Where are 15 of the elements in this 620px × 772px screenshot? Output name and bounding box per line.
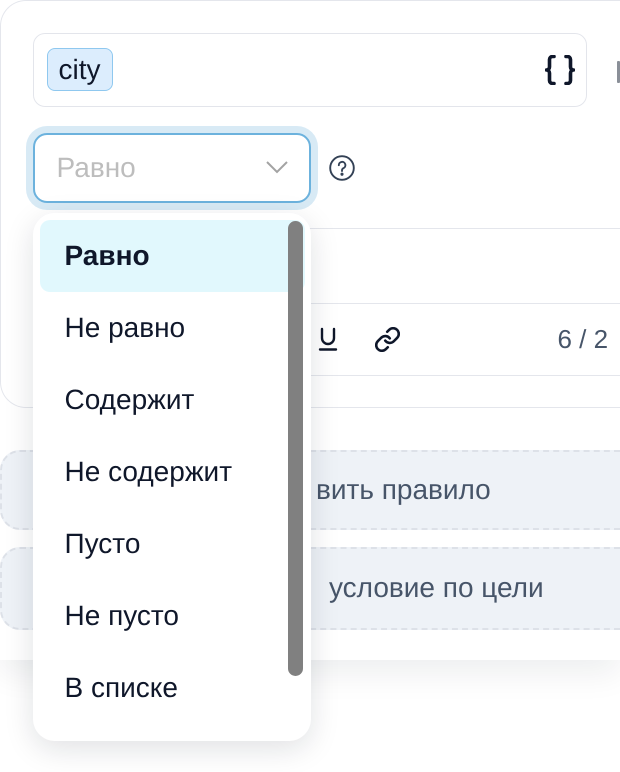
character-counter: 6 / 2 bbox=[558, 324, 608, 354]
scrollbar-thumb[interactable] bbox=[288, 220, 302, 676]
partial-icon bbox=[616, 60, 620, 82]
chevron-down-icon bbox=[266, 160, 288, 174]
condition-field[interactable]: city bbox=[32, 32, 586, 106]
underline-icon[interactable] bbox=[318, 327, 338, 351]
dropdown-option[interactable]: Содержит bbox=[40, 364, 304, 436]
help-icon[interactable] bbox=[328, 154, 354, 180]
operator-select[interactable]: Равно bbox=[32, 132, 310, 202]
link-icon[interactable] bbox=[374, 326, 400, 352]
braces-icon[interactable] bbox=[544, 54, 574, 84]
dropdown-option[interactable]: Не равно bbox=[40, 292, 304, 364]
variable-chip[interactable]: city bbox=[46, 48, 112, 91]
dropdown-option[interactable]: В списке bbox=[40, 652, 304, 724]
dropdown-option[interactable]: Равно bbox=[40, 220, 304, 292]
